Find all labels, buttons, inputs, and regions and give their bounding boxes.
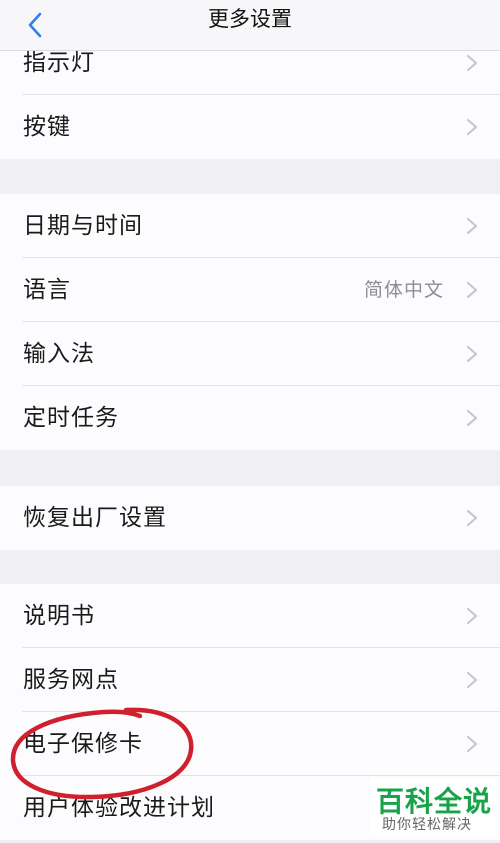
- chevron-right-icon: [467, 672, 477, 688]
- chevron-right-icon: [467, 510, 477, 526]
- settings-item-label: 服务网点: [23, 667, 119, 693]
- settings-screen: 更多设置 指示灯 按键 日期与时间 语言 简体中文 输入法 定时任务 恢复出厂设…: [0, 0, 500, 843]
- settings-item-label: 定时任务: [23, 405, 119, 431]
- settings-item-label: 恢复出厂设置: [23, 505, 167, 531]
- chevron-right-icon: [467, 736, 477, 752]
- chevron-right-icon: [467, 346, 477, 362]
- settings-item-label: 日期与时间: [23, 213, 143, 239]
- settings-item-input-method[interactable]: 输入法: [0, 322, 500, 386]
- settings-item-label: 语言: [23, 277, 71, 303]
- settings-item-label: 电子保修卡: [23, 731, 143, 757]
- watermark-logo: 百科全说 助你轻松解决: [370, 778, 496, 836]
- chevron-right-icon: [467, 282, 477, 298]
- settings-item-factory-reset[interactable]: 恢复出厂设置: [0, 486, 500, 550]
- settings-item-service-outlets[interactable]: 服务网点: [0, 648, 500, 712]
- navigation-bar: 更多设置: [0, 0, 500, 51]
- watermark-subtitle: 助你轻松解决: [382, 817, 472, 833]
- chevron-right-icon: [467, 410, 477, 426]
- settings-item-label: 用户体验改进计划: [23, 795, 215, 821]
- settings-item-keys[interactable]: 按键: [0, 95, 500, 159]
- settings-item-label: 按键: [23, 114, 71, 140]
- settings-item-language[interactable]: 语言 简体中文: [0, 258, 500, 322]
- settings-group-2: 日期与时间 语言 简体中文 输入法 定时任务: [0, 194, 500, 450]
- chevron-right-icon: [467, 608, 477, 624]
- settings-item-scheduled-tasks[interactable]: 定时任务: [0, 386, 500, 450]
- chevron-right-icon: [467, 55, 477, 71]
- chevron-right-icon: [467, 119, 477, 135]
- language-value: 简体中文: [363, 279, 444, 301]
- settings-item-label: 说明书: [23, 603, 95, 629]
- settings-group-3: 恢复出厂设置: [0, 486, 500, 550]
- settings-item-date-time[interactable]: 日期与时间: [0, 194, 500, 258]
- page-title: 更多设置: [208, 7, 292, 31]
- settings-item-manual[interactable]: 说明书: [0, 584, 500, 648]
- settings-item-electronic-warranty[interactable]: 电子保修卡: [0, 712, 500, 776]
- chevron-right-icon: [467, 218, 477, 234]
- settings-item-label: 输入法: [23, 341, 95, 367]
